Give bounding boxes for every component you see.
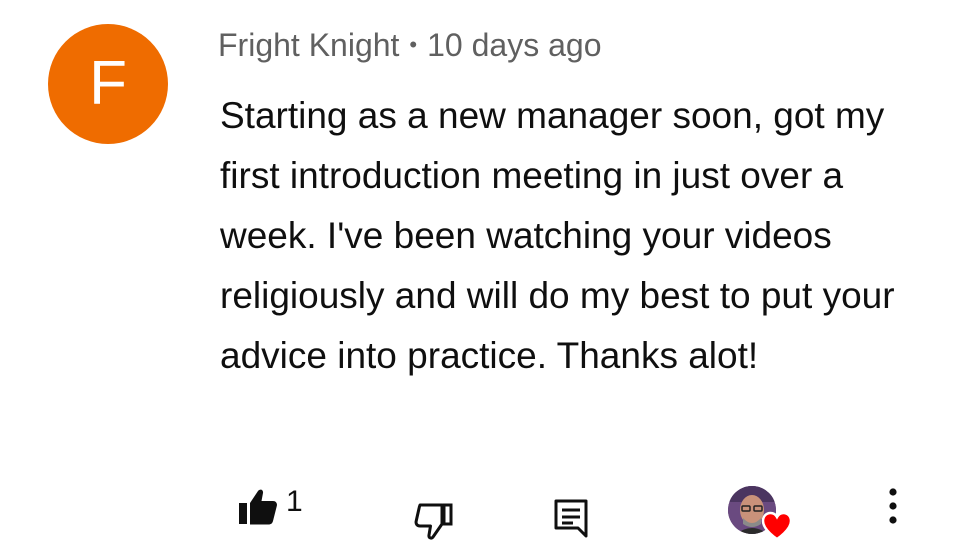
reply-button[interactable] (553, 498, 589, 538)
vertical-dots-icon (889, 488, 897, 524)
comment-reply-icon (554, 499, 588, 538)
heart-icon (761, 511, 793, 541)
comment-timestamp[interactable]: 10 days ago (427, 27, 601, 63)
like-button[interactable]: 1 (238, 485, 303, 526)
like-count: 1 (286, 485, 303, 518)
dislike-button[interactable] (414, 502, 454, 540)
more-options-button[interactable] (882, 486, 904, 526)
author-name[interactable]: Fright Knight (218, 27, 399, 63)
thumbs-up-filled-icon (239, 489, 277, 525)
author-avatar[interactable]: F (48, 24, 168, 144)
thumbs-down-icon (414, 503, 453, 540)
avatar-letter: F (89, 49, 127, 118)
comment-header: Fright Knight • 10 days ago (218, 26, 601, 64)
comment-action-bar: 1 (0, 480, 960, 550)
meta-separator: • (409, 32, 418, 57)
creator-heart (728, 486, 793, 544)
comment-body: Starting as a new manager soon, got my f… (220, 95, 895, 376)
